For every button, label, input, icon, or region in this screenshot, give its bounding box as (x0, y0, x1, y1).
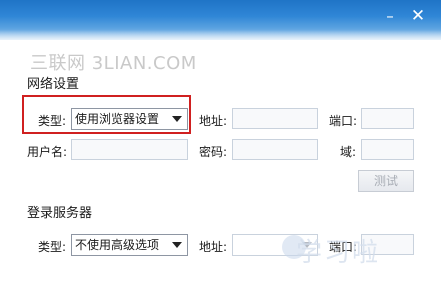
login-type-select[interactable]: 不使用高级选项 (71, 234, 188, 256)
watermark-bottom: 学习啦 (296, 238, 381, 268)
settings-window: – ✕ 三联网 3LIAN.COM 网络设置 类型: 使用浏览器设置 地址: 端… (0, 0, 441, 285)
login-type-value: 不使用高级选项 (75, 238, 160, 252)
login-type-label: 类型: (38, 240, 67, 254)
network-username-label: 用户名: (27, 145, 68, 159)
network-domain-field[interactable] (361, 139, 414, 160)
network-port-label: 端口: (329, 114, 358, 128)
network-address-field[interactable] (232, 108, 318, 129)
network-password-label: 密码: (199, 145, 228, 159)
login-server-section-title: 登录服务器 (27, 206, 93, 221)
minimize-icon[interactable]: – (381, 8, 399, 24)
test-button[interactable]: 测试 (358, 170, 414, 192)
network-address-label: 地址: (199, 114, 228, 128)
network-domain-label: 域: (340, 145, 357, 159)
watermark-top: 三联网 3LIAN.COM (30, 53, 197, 74)
close-icon[interactable]: ✕ (409, 8, 427, 25)
title-bar-glow (0, 30, 441, 42)
chevron-down-icon (172, 242, 182, 248)
login-address-label: 地址: (199, 240, 228, 254)
network-section-title: 网络设置 (27, 77, 80, 92)
title-bar: – ✕ (0, 0, 441, 42)
highlight-box (22, 95, 191, 134)
network-password-field[interactable] (232, 139, 318, 160)
network-username-field[interactable] (71, 139, 188, 160)
network-port-field[interactable] (361, 108, 414, 129)
